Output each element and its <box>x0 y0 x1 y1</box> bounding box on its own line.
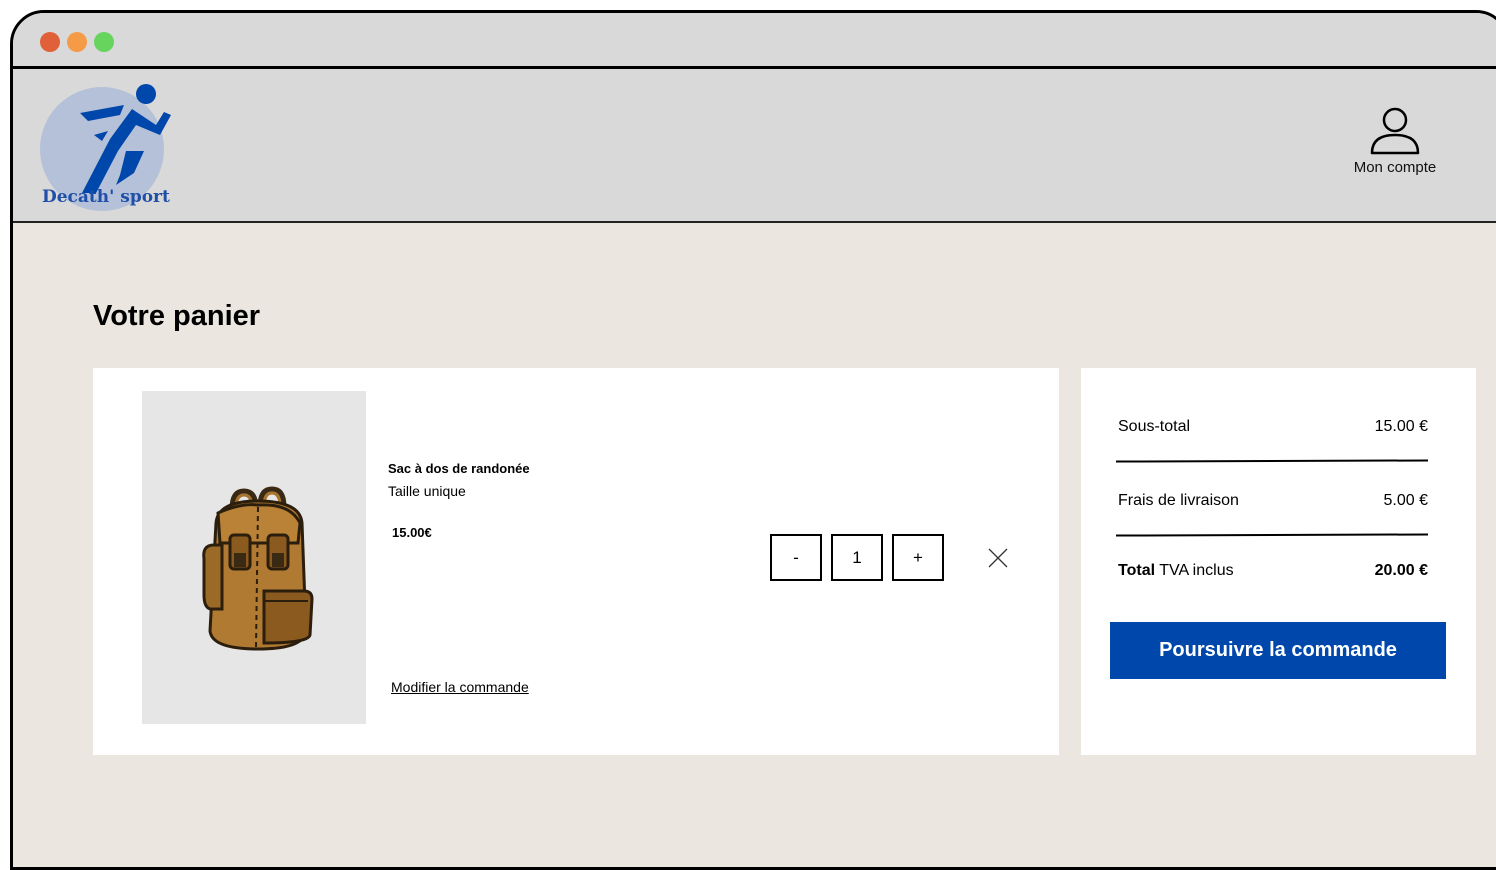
product-name: Sac à dos de randonée <box>388 461 530 476</box>
order-summary-card: Sous-total 15.00 € Frais de livraison 5.… <box>1081 368 1476 755</box>
window-titlebar <box>13 13 1496 69</box>
modify-order-link[interactable]: Modifier la commande <box>391 679 529 695</box>
maximize-window-dot[interactable] <box>94 32 114 52</box>
quantity-increase-button[interactable]: + <box>892 534 944 581</box>
close-window-dot[interactable] <box>40 32 60 52</box>
account-label: Mon compte <box>1353 159 1437 176</box>
browser-window: Decath' sport Mon compte Votre panier Sa… <box>10 10 1496 870</box>
total-label-group: Total TVA inclus <box>1118 562 1234 580</box>
site-header: Decath' sport Mon compte <box>13 69 1496 223</box>
total-label: Total <box>1118 562 1156 579</box>
product-image[interactable] <box>142 391 366 724</box>
backpack-icon <box>202 486 314 651</box>
subtotal-label: Sous-total <box>1118 418 1191 435</box>
user-icon <box>1370 107 1420 155</box>
shipping-value: 5.00 € <box>1383 492 1428 509</box>
total-value: 20.00 € <box>1374 562 1428 579</box>
product-size: Taille unique <box>388 483 466 499</box>
summary-divider <box>1115 533 1429 537</box>
close-icon <box>988 548 1008 568</box>
brand-name: Decath' sport <box>42 187 170 207</box>
minimize-window-dot[interactable] <box>67 32 87 52</box>
page-title: Votre panier <box>93 300 261 332</box>
product-price: 15.00€ <box>392 525 432 540</box>
quantity-value[interactable]: 1 <box>831 534 883 581</box>
total-tax-note: TVA inclus <box>1155 562 1234 579</box>
account-button[interactable]: Mon compte <box>1345 105 1445 176</box>
remove-item-button[interactable] <box>987 547 1009 569</box>
shipping-label: Frais de livraison <box>1118 492 1239 509</box>
quantity-decrease-button[interactable]: - <box>770 534 822 581</box>
brand-logo[interactable]: Decath' sport <box>40 81 180 211</box>
subtotal-value: 15.00 € <box>1374 418 1428 435</box>
cart-item-card: Sac à dos de randonée Taille unique 15.0… <box>93 368 1059 755</box>
summary-divider <box>1115 459 1429 463</box>
runner-icon <box>80 84 171 193</box>
continue-order-button[interactable]: Poursuivre la commande <box>1110 622 1446 679</box>
